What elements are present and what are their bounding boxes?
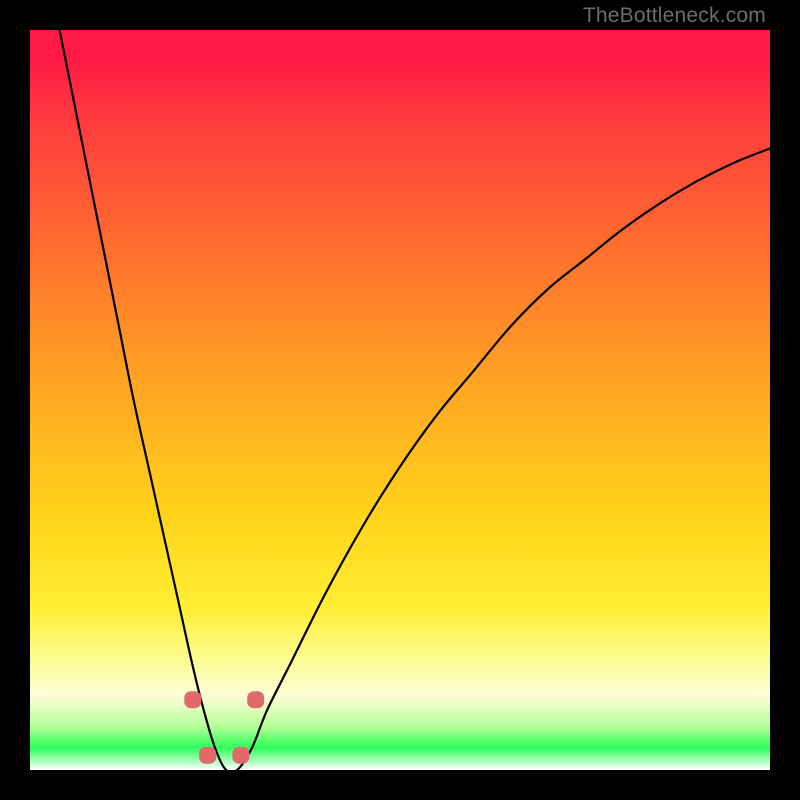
chart-frame: [30, 30, 770, 770]
chart-svg: [30, 30, 770, 770]
curve-marker: [185, 692, 201, 708]
curve-markers: [185, 692, 264, 764]
bottleneck-curve: [60, 30, 770, 773]
curve-marker: [248, 692, 264, 708]
curve-marker: [200, 747, 216, 763]
curve-marker: [233, 747, 249, 763]
watermark-text: TheBottleneck.com: [583, 4, 766, 28]
